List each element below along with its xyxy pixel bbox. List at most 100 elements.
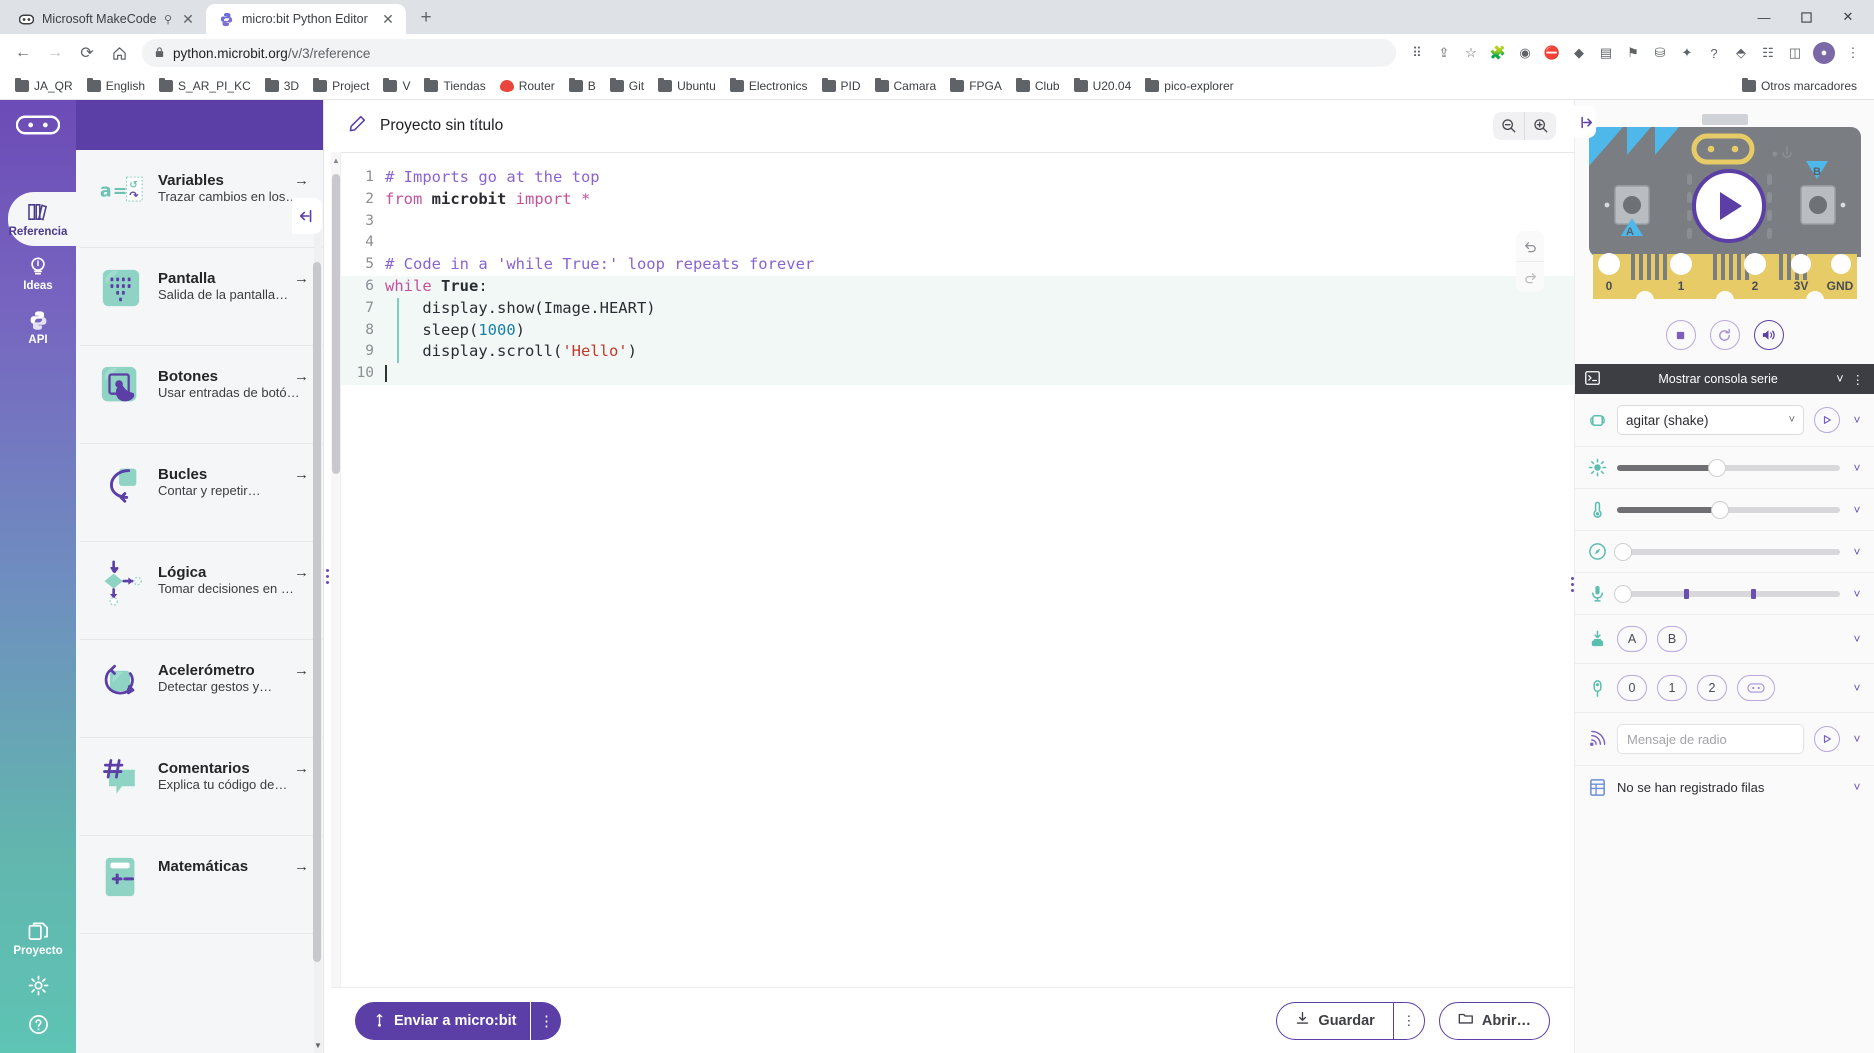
lastpass-icon[interactable]: ✦ xyxy=(1674,40,1700,66)
code-line[interactable]: 1 # Imports go at the top xyxy=(341,167,1574,189)
line-content[interactable]: # Imports go at the top xyxy=(385,167,1574,189)
star-icon[interactable]: ☆ xyxy=(1458,40,1484,66)
sensor-row-light-level[interactable]: ˅ xyxy=(1575,447,1874,489)
gesture-select[interactable]: agitar (shake) ˅ xyxy=(1617,405,1804,435)
redo-icon[interactable] xyxy=(1516,262,1544,292)
save-button[interactable]: Guardar xyxy=(1276,1001,1393,1040)
scroll-down-icon[interactable]: ▼ xyxy=(313,1041,323,1051)
line-content[interactable]: from microbit import * xyxy=(385,189,1574,211)
line-content[interactable]: display.scroll('Hello') xyxy=(385,341,1574,364)
close-icon[interactable]: ✕ xyxy=(180,11,196,27)
settings-button[interactable] xyxy=(0,965,76,1004)
arrow-right-icon[interactable]: → xyxy=(294,858,309,875)
code-line[interactable]: 7 display.show(Image.HEART) xyxy=(341,297,1574,320)
sensor-row-compass-heading[interactable]: ˅ xyxy=(1575,531,1874,573)
bookmark-item[interactable]: V xyxy=(376,76,417,96)
bookmark-item[interactable]: Git xyxy=(603,76,651,96)
code-lines[interactable]: 1 # Imports go at the top 2 from microbi… xyxy=(341,153,1574,385)
code-area[interactable]: 1 # Imports go at the top 2 from microbi… xyxy=(341,152,1574,987)
sensor-row-sound-level[interactable]: ˅ xyxy=(1575,573,1874,615)
share-icon[interactable]: ⇪ xyxy=(1431,40,1457,66)
adblock-icon[interactable]: ⛔ xyxy=(1539,40,1565,66)
browser-menu-icon[interactable]: ⋮ xyxy=(1840,40,1866,66)
grammarly-icon[interactable]: ◉ xyxy=(1512,40,1538,66)
bookmark-item[interactable]: pico-explorer xyxy=(1138,76,1240,96)
simulator-splitter-grip-icon[interactable] xyxy=(1571,576,1574,592)
chevron-down-icon[interactable]: ˅ xyxy=(1850,545,1864,559)
sensor-row-pins[interactable]: 0 1 2 ˅ xyxy=(1575,664,1874,713)
radio-message-input[interactable]: Mensaje de radio xyxy=(1617,724,1804,754)
slider-knob[interactable] xyxy=(1615,543,1631,560)
bookmark-item[interactable]: Club xyxy=(1009,76,1067,96)
extension-puzzle-icon[interactable]: 🧩 xyxy=(1485,40,1511,66)
serial-console-bar[interactable]: Mostrar consola serie ˅ ⋮ xyxy=(1575,364,1874,394)
undo-icon[interactable] xyxy=(1516,231,1544,261)
code-line[interactable]: 8 sleep(1000) xyxy=(341,319,1574,342)
list-item[interactable]: Lógica Tomar decisiones en … → xyxy=(80,542,323,640)
line-content[interactable]: display.show(Image.HEART) xyxy=(385,297,1574,320)
close-window-button[interactable]: ✕ xyxy=(1828,4,1868,30)
chevron-down-icon[interactable]: ˅ xyxy=(1836,372,1843,386)
sensor-row-gesture[interactable]: agitar (shake) ˅ ˅ xyxy=(1575,394,1874,447)
back-icon[interactable]: ← xyxy=(8,38,38,68)
send-options-button[interactable]: ⋮ xyxy=(531,1001,562,1040)
bookmark-item[interactable]: JA_QR xyxy=(8,76,80,96)
sidebar-item-referencia[interactable]: Referencia xyxy=(0,192,82,246)
bookmark-item[interactable]: Tiendas xyxy=(417,76,492,96)
list-item[interactable]: Pantalla Salida de la pantalla… → xyxy=(80,248,323,346)
scrollbar-thumb[interactable] xyxy=(313,262,321,962)
chevron-down-icon[interactable]: ˅ xyxy=(1850,413,1864,427)
scrollbar-thumb[interactable] xyxy=(332,174,340,474)
microbit-board[interactable]: A B 0 1 2 3V GND xyxy=(1575,100,1874,310)
sensor-row-radio[interactable]: Mensaje de radio ˅ xyxy=(1575,713,1874,766)
zoom-out-icon[interactable] xyxy=(1493,112,1524,140)
extensions-icon[interactable]: ⬘ xyxy=(1728,40,1754,66)
new-tab-button[interactable]: + xyxy=(412,4,440,32)
chevron-down-icon[interactable]: ˅ xyxy=(1850,503,1864,517)
panel-splitter[interactable] xyxy=(324,100,331,1053)
slider-knob[interactable] xyxy=(1615,585,1631,602)
maximize-button[interactable] xyxy=(1786,4,1826,30)
list-item[interactable]: a = ↺ ↷ Variables Trazar cambios en los…… xyxy=(80,150,323,248)
minimize-button[interactable]: — xyxy=(1744,4,1784,30)
arrow-right-icon[interactable]: → xyxy=(294,564,309,581)
bookmark-item[interactable]: Router xyxy=(493,76,562,96)
pin-logo-toggle[interactable] xyxy=(1737,675,1775,701)
slider-knob[interactable] xyxy=(1709,459,1726,476)
bookmark-item[interactable]: Electronics xyxy=(723,76,815,96)
sound-level-slider[interactable] xyxy=(1615,585,1840,602)
sensor-row-data-log[interactable]: No se han registrado filas ˅ xyxy=(1575,766,1874,808)
radio-send-button[interactable] xyxy=(1814,726,1840,752)
expand-simulator-button[interactable] xyxy=(1574,106,1596,138)
avatar[interactable]: ● xyxy=(1813,42,1835,64)
browser-tab-python-editor[interactable]: micro:bit Python Editor ✕ xyxy=(206,4,406,34)
zoom-in-icon[interactable] xyxy=(1525,112,1556,140)
scroll-up-icon[interactable]: ▲ xyxy=(332,156,340,165)
chevron-down-icon[interactable]: ˅ xyxy=(1850,632,1864,646)
sensor-row-temperature[interactable]: ˅ xyxy=(1575,489,1874,531)
code-line[interactable]: 2 from microbit import * xyxy=(341,189,1574,211)
screencast-icon[interactable]: ⛁ xyxy=(1647,40,1673,66)
slider-threshold-mark[interactable] xyxy=(1683,588,1689,599)
slider-knob[interactable] xyxy=(1711,501,1728,518)
arrow-right-icon[interactable]: → xyxy=(294,466,309,483)
stop-button[interactable] xyxy=(1665,320,1696,350)
chevron-down-icon[interactable]: ˅ xyxy=(1850,681,1864,695)
bookmark-item[interactable]: Project xyxy=(306,76,376,96)
code-line[interactable]: 6 while True: xyxy=(341,275,1574,298)
wallet-icon[interactable]: ▤ xyxy=(1593,40,1619,66)
line-content[interactable] xyxy=(385,363,1574,385)
reload-icon[interactable]: ⟳ xyxy=(72,38,102,68)
bookmark-item[interactable]: B xyxy=(562,76,603,96)
list-item[interactable]: Bucles Contar y repetir… → xyxy=(80,444,323,542)
sidepanel-icon[interactable]: ◫ xyxy=(1782,40,1808,66)
compass-heading-slider[interactable] xyxy=(1615,543,1840,560)
address-bar[interactable]: python.microbit.org/v/3/reference xyxy=(142,39,1396,67)
sidebar-item-api[interactable]: API xyxy=(0,300,76,354)
bookmark-item[interactable]: Camara xyxy=(868,76,944,96)
save-options-button[interactable]: ⋮ xyxy=(1392,1001,1425,1040)
sound-icon[interactable] xyxy=(1753,320,1784,350)
code-line[interactable]: 9 display.scroll('Hello') xyxy=(341,341,1574,364)
reference-list[interactable]: a = ↺ ↷ Variables Trazar cambios en los…… xyxy=(76,150,323,1053)
forward-icon[interactable]: → xyxy=(40,38,70,68)
